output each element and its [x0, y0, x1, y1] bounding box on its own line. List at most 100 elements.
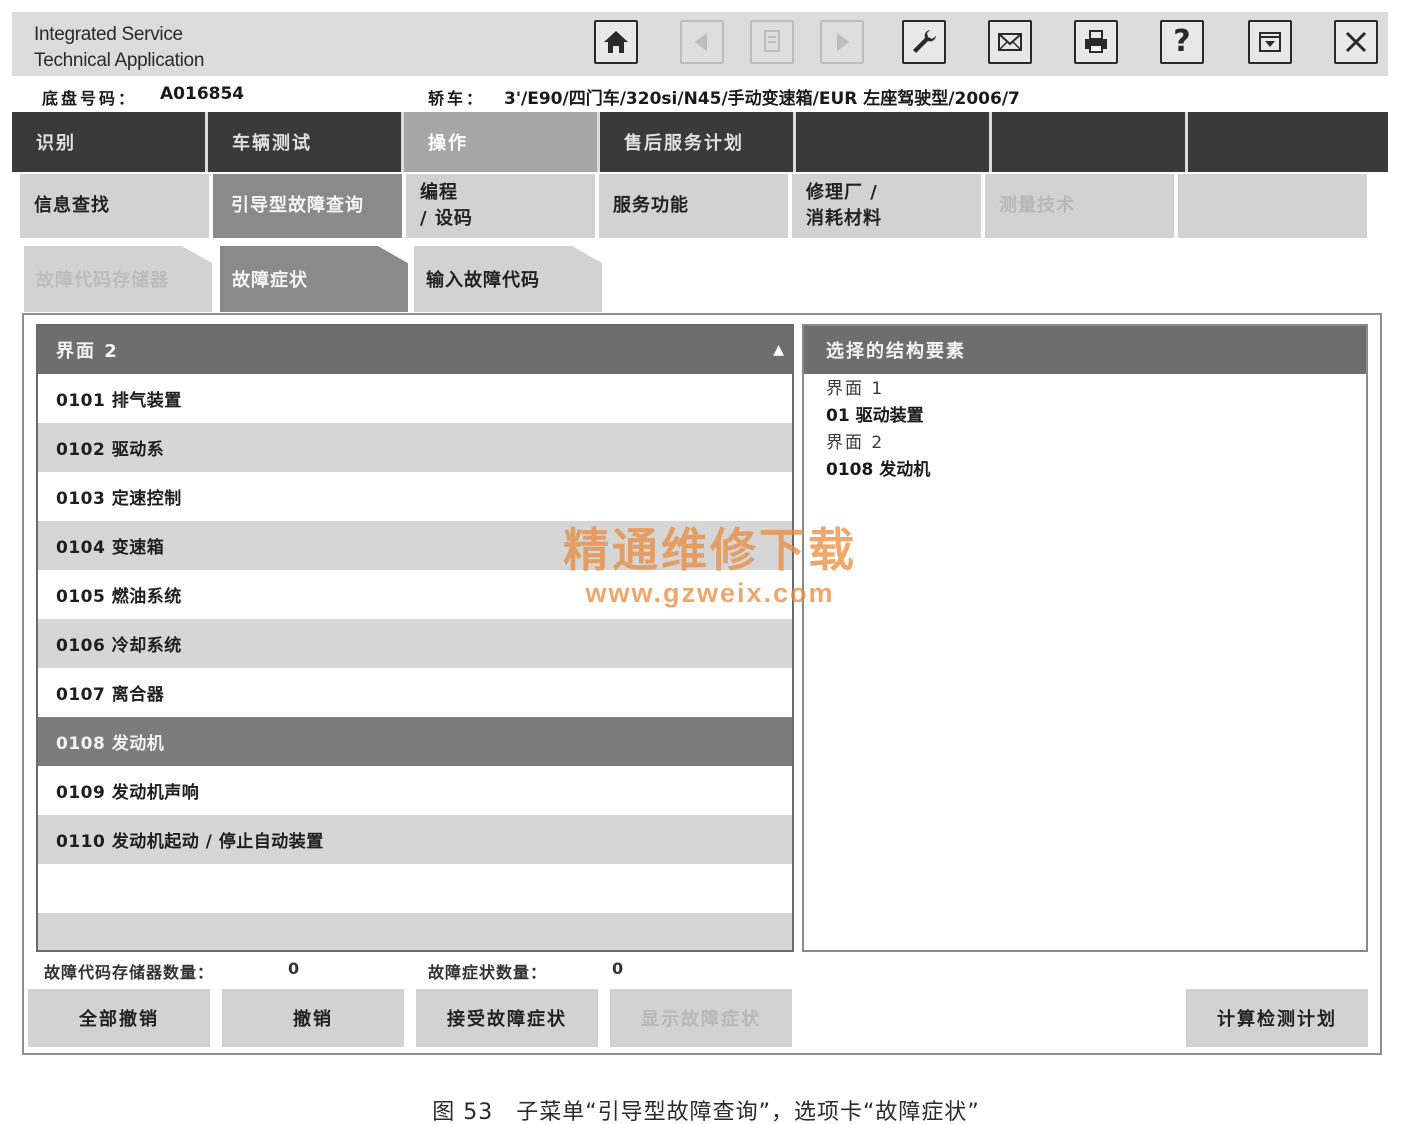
- content-frame: 界面 2 ▲ 0101 排气装置 0102 驱动系 0103 定速控制 0104…: [22, 313, 1382, 1055]
- minimize-icon: [1259, 32, 1281, 52]
- main-nav-identify[interactable]: 识别: [12, 112, 208, 172]
- main-nav-label: 操作: [428, 133, 468, 154]
- list-item-label: 0103 定速控制: [56, 489, 182, 509]
- list-item-selected[interactable]: 0108 发动机: [38, 717, 792, 766]
- sub-nav-programming-coding[interactable]: 编程 / 设码: [406, 174, 595, 238]
- sub-nav-label-line1: 编程: [420, 182, 458, 203]
- list-item[interactable]: 0103 定速控制: [38, 472, 792, 521]
- list-item[interactable]: 0101 排气装置: [38, 374, 792, 423]
- show-symptom-button[interactable]: 显示故障症状: [610, 989, 792, 1047]
- selected-elements-header: 选择的结构要素: [804, 326, 1366, 374]
- dtc-count-value: 0: [288, 959, 301, 978]
- cancel-all-button[interactable]: 全部撤销: [28, 989, 210, 1047]
- main-nav-service-plan[interactable]: 售后服务计划: [600, 112, 796, 172]
- sub-nav-label: 服务功能: [613, 195, 689, 216]
- sub-nav-info-search[interactable]: 信息查找: [20, 174, 209, 238]
- tab-label: 输入故障代码: [426, 270, 540, 291]
- title-bar: Integrated Service Technical Application: [12, 12, 1388, 76]
- arrow-left-icon: [695, 33, 707, 51]
- sub-nav-workshop-consumables[interactable]: 修理厂 / 消耗材料: [792, 174, 981, 238]
- tab-label: 故障症状: [232, 270, 308, 291]
- selection-level1-label: 界面 1: [826, 379, 885, 399]
- model-label: 轿车：: [428, 89, 486, 108]
- accept-symptom-button[interactable]: 接受故障症状: [416, 989, 598, 1047]
- mail-button[interactable]: [988, 20, 1032, 64]
- symptom-count-label: 故障症状数量：: [428, 963, 548, 982]
- forward-button[interactable]: [820, 20, 864, 64]
- sub-nav-label-line2: 消耗材料: [806, 208, 882, 229]
- sub-nav-service-functions[interactable]: 服务功能: [599, 174, 788, 238]
- tab-dtc-memory[interactable]: 故障代码存储器: [24, 246, 212, 312]
- tab-bar: 故障代码存储器 故障症状 输入故障代码: [24, 246, 624, 312]
- envelope-icon: [998, 33, 1022, 51]
- chassis-value: A016854: [160, 84, 245, 104]
- tools-button[interactable]: [902, 20, 946, 64]
- tab-enter-dtc[interactable]: 输入故障代码: [414, 246, 602, 312]
- list-item-label: 0110 发动机起动 / 停止自动装置: [56, 832, 324, 852]
- figure-caption: 图 53 子菜单“引导型故障查询”，选项卡“故障症状”: [432, 1100, 980, 1124]
- selected-elements-panel: 选择的结构要素 界面 1 01 驱动装置 界面 2 0108 发动机: [802, 324, 1368, 952]
- sub-nav-label: 信息查找: [34, 195, 110, 216]
- app-title-line1: Integrated Service: [34, 24, 183, 45]
- symptom-list-panel: 界面 2 ▲ 0101 排气装置 0102 驱动系 0103 定速控制 0104…: [36, 324, 794, 952]
- document-icon: [764, 30, 780, 52]
- calculate-test-plan-button[interactable]: 计算检测计划: [1186, 989, 1368, 1047]
- list-item[interactable]: 0109 发动机声响: [38, 766, 792, 815]
- app-title: Integrated Service Technical Application: [34, 22, 204, 74]
- list-item-label: 0108 发动机: [56, 734, 165, 754]
- list-item-label: 0104 变速箱: [56, 538, 165, 558]
- sub-nav: 信息查找 引导型故障查询 编程 / 设码 服务功能 修理厂 / 消耗材料 测量技…: [20, 174, 1368, 238]
- tab-label: 故障代码存储器: [36, 270, 169, 291]
- chassis-label: 底盘号码：: [42, 89, 138, 108]
- sub-nav-guided-troubleshooting[interactable]: 引导型故障查询: [213, 174, 402, 238]
- sub-nav-empty: [1178, 174, 1367, 238]
- cancel-button[interactable]: 撤销: [222, 989, 404, 1047]
- document-button[interactable]: [750, 20, 794, 64]
- close-button[interactable]: [1334, 20, 1378, 64]
- list-item-label: 0101 排气装置: [56, 391, 182, 411]
- selection-level2-value: 0108 发动机: [826, 460, 931, 480]
- main-nav-label: 售后服务计划: [624, 133, 744, 154]
- list-item-label: 0109 发动机声响: [56, 783, 200, 803]
- wrench-icon: [913, 30, 936, 53]
- symptom-count-value: 0: [612, 959, 625, 978]
- back-button[interactable]: [680, 20, 724, 64]
- app-title-line2: Technical Application: [34, 50, 205, 71]
- question-icon: ?: [1173, 24, 1191, 59]
- minimize-button[interactable]: [1248, 20, 1292, 64]
- vehicle-info-bar: 底盘号码： A016854 轿车： 3'/E90/四门车/320si/N45/手…: [12, 80, 1388, 110]
- home-button[interactable]: [594, 20, 638, 64]
- list-item[interactable]: 0107 离合器: [38, 668, 792, 717]
- main-nav-label: 识别: [36, 133, 76, 154]
- sort-up-icon[interactable]: ▲: [773, 342, 786, 358]
- print-button[interactable]: [1074, 20, 1118, 64]
- list-item[interactable]: 0106 冷却系统: [38, 619, 792, 668]
- main-nav-operation[interactable]: 操作: [404, 112, 600, 172]
- sub-nav-label: 引导型故障查询: [231, 195, 364, 216]
- list-filler-row: [38, 864, 792, 913]
- list-filler-row: [38, 913, 792, 950]
- selected-elements-body: 界面 1 01 驱动装置 界面 2 0108 发动机: [804, 374, 1366, 484]
- list-item[interactable]: 0104 变速箱: [38, 521, 792, 570]
- main-nav-empty-6: [992, 112, 1188, 172]
- main-nav-vehicle-test[interactable]: 车辆测试: [208, 112, 404, 172]
- list-item[interactable]: 0105 燃油系统: [38, 570, 792, 619]
- selection-level1-value: 01 驱动装置: [826, 406, 924, 426]
- close-icon: [1345, 31, 1367, 53]
- home-icon: [604, 31, 628, 53]
- list-item-label: 0107 离合器: [56, 685, 165, 705]
- list-item[interactable]: 0102 驱动系: [38, 423, 792, 472]
- main-nav-empty-7: [1188, 112, 1388, 172]
- sub-nav-measurement[interactable]: 测量技术: [985, 174, 1174, 238]
- sub-nav-label: 测量技术: [999, 195, 1075, 216]
- sub-nav-label-line1: 修理厂 /: [806, 182, 878, 203]
- list-item[interactable]: 0110 发动机起动 / 停止自动装置: [38, 815, 792, 864]
- printer-icon: [1085, 30, 1107, 53]
- list-header[interactable]: 界面 2 ▲: [38, 326, 792, 374]
- list-item-label: 0105 燃油系统: [56, 587, 182, 607]
- help-button[interactable]: ?: [1160, 20, 1204, 64]
- list-header-title: 界面 2: [56, 341, 119, 362]
- tab-symptoms[interactable]: 故障症状: [220, 246, 408, 312]
- sub-nav-label-line2: / 设码: [420, 208, 473, 229]
- list-item-label: 0102 驱动系: [56, 440, 165, 460]
